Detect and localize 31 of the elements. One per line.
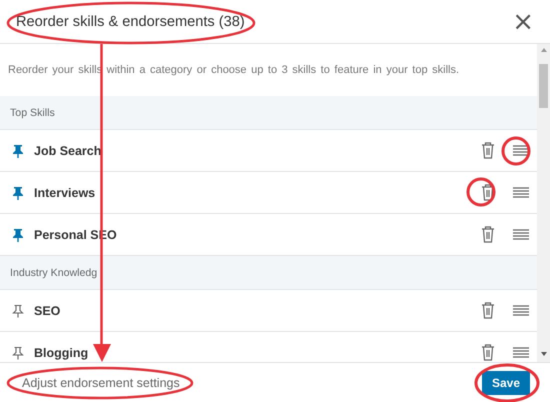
skill-name: Interviews [34,186,96,200]
highlight-ellipse [466,178,496,206]
pin-icon[interactable] [12,144,24,158]
trash-icon[interactable] [481,344,495,361]
skill-row[interactable]: SEO [0,290,537,332]
trash-icon[interactable] [481,142,495,159]
trash-icon[interactable] [481,226,495,243]
skill-name: SEO [34,304,62,318]
drag-handle-icon[interactable] [513,145,529,156]
scrollbar[interactable] [537,44,550,362]
drag-handle-icon[interactable] [513,187,529,198]
drag-handle-icon[interactable] [513,305,529,316]
dialog-title: Reorder skills & endorsements (38) [16,14,245,30]
skill-row[interactable]: Interviews [0,172,537,214]
skill-row[interactable]: Job Search [0,130,537,172]
close-button[interactable]: × [510,8,536,34]
trash-icon[interactable] [481,302,495,319]
pin-icon[interactable] [12,304,24,318]
drag-handle-icon[interactable] [513,347,529,358]
section-title: Industry Knowledg [10,266,98,278]
pin-icon[interactable] [12,228,24,242]
highlight-ellipse [502,136,530,166]
trash-icon[interactable] [481,184,495,201]
pin-icon[interactable] [12,186,24,200]
save-button[interactable]: Save [482,370,530,394]
skill-name: Job Search [34,144,102,158]
endorsement-settings-link[interactable]: Adjust endorsement settings [22,376,180,390]
skill-name: Blogging [34,346,90,360]
pin-icon[interactable] [12,346,24,360]
drag-handle-icon[interactable] [513,229,529,240]
section-title: Top Skills [10,106,55,118]
